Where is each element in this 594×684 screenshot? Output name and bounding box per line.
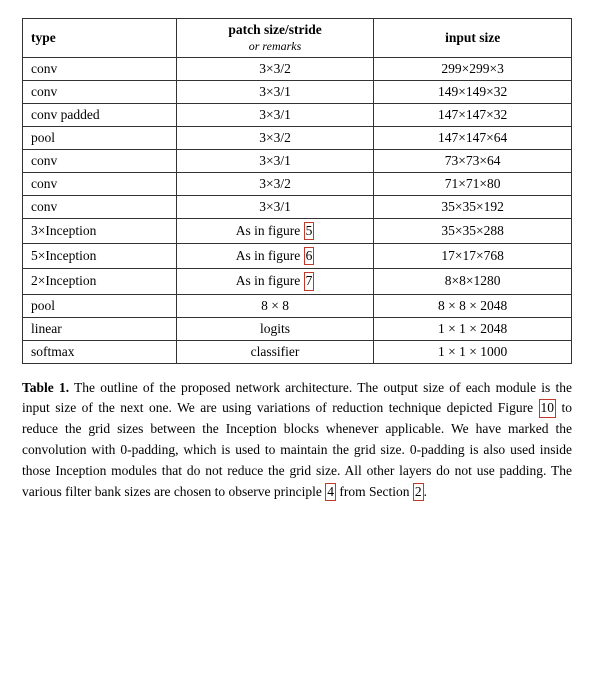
cell-patch: 3×3/1: [176, 81, 374, 104]
cell-patch: 3×3/1: [176, 196, 374, 219]
table-row: conv3×3/1149×149×32: [23, 81, 572, 104]
cell-patch: 3×3/2: [176, 58, 374, 81]
cell-patch: 3×3/2: [176, 127, 374, 150]
cell-type: conv: [23, 150, 177, 173]
cell-type: pool: [23, 294, 177, 317]
cell-input: 8×8×1280: [374, 269, 572, 294]
cell-input: 147×147×32: [374, 104, 572, 127]
caption-text-1: The outline of the proposed network arch…: [22, 380, 572, 416]
caption-ref-10: 10: [539, 399, 557, 417]
architecture-table-wrapper: type patch size/stride or remarks input …: [22, 18, 572, 364]
cell-type: softmax: [23, 340, 177, 363]
header-type-label: type: [31, 30, 56, 45]
table-row: linearlogits1 × 1 × 2048: [23, 317, 572, 340]
cell-input: 71×71×80: [374, 173, 572, 196]
cell-type: linear: [23, 317, 177, 340]
cell-patch: 8 × 8: [176, 294, 374, 317]
cell-type: conv: [23, 196, 177, 219]
table-row: softmaxclassifier1 × 1 × 1000: [23, 340, 572, 363]
architecture-table: type patch size/stride or remarks input …: [22, 18, 572, 364]
header-patch-label: patch size/stride: [228, 22, 321, 37]
table-caption: Table 1. The outline of the proposed net…: [22, 378, 572, 504]
table-row: pool3×3/2147×147×64: [23, 127, 572, 150]
header-input: input size: [374, 19, 572, 58]
cell-input: 299×299×3: [374, 58, 572, 81]
caption-text-4: .: [424, 484, 427, 499]
cell-patch: logits: [176, 317, 374, 340]
cell-input: 147×147×64: [374, 127, 572, 150]
cell-input: 1 × 1 × 1000: [374, 340, 572, 363]
header-patch-sub-label: or remarks: [249, 39, 302, 53]
caption-label: Table 1.: [22, 380, 69, 395]
cell-input: 17×17×768: [374, 244, 572, 269]
cell-input: 35×35×192: [374, 196, 572, 219]
header-patch: patch size/stride or remarks: [176, 19, 374, 58]
table-row: conv3×3/271×71×80: [23, 173, 572, 196]
cell-patch: classifier: [176, 340, 374, 363]
cell-patch: 3×3/1: [176, 150, 374, 173]
cell-type: conv padded: [23, 104, 177, 127]
header-type: type: [23, 19, 177, 58]
cell-input: 1 × 1 × 2048: [374, 317, 572, 340]
cell-patch: As in figure 6: [176, 244, 374, 269]
table-row: conv3×3/173×73×64: [23, 150, 572, 173]
table-row: pool8 × 88 × 8 × 2048: [23, 294, 572, 317]
caption-text-3: from Section: [336, 484, 413, 499]
table-row: conv padded3×3/1147×147×32: [23, 104, 572, 127]
cell-input: 73×73×64: [374, 150, 572, 173]
caption-ref-4: 4: [325, 483, 336, 501]
cell-input: 35×35×288: [374, 219, 572, 244]
table-row: 2×InceptionAs in figure 78×8×1280: [23, 269, 572, 294]
cell-type: 2×Inception: [23, 269, 177, 294]
cell-patch: As in figure 7: [176, 269, 374, 294]
cell-patch: 3×3/2: [176, 173, 374, 196]
cell-type: 3×Inception: [23, 219, 177, 244]
cell-input: 8 × 8 × 2048: [374, 294, 572, 317]
cell-patch: As in figure 5: [176, 219, 374, 244]
cell-input: 149×149×32: [374, 81, 572, 104]
table-row: conv3×3/2299×299×3: [23, 58, 572, 81]
table-row: conv3×3/135×35×192: [23, 196, 572, 219]
cell-type: conv: [23, 81, 177, 104]
cell-type: 5×Inception: [23, 244, 177, 269]
cell-type: conv: [23, 58, 177, 81]
cell-patch: 3×3/1: [176, 104, 374, 127]
table-row: 3×InceptionAs in figure 535×35×288: [23, 219, 572, 244]
cell-type: conv: [23, 173, 177, 196]
table-row: 5×InceptionAs in figure 617×17×768: [23, 244, 572, 269]
cell-type: pool: [23, 127, 177, 150]
header-input-label: input size: [445, 30, 500, 45]
caption-ref-2: 2: [413, 483, 424, 501]
